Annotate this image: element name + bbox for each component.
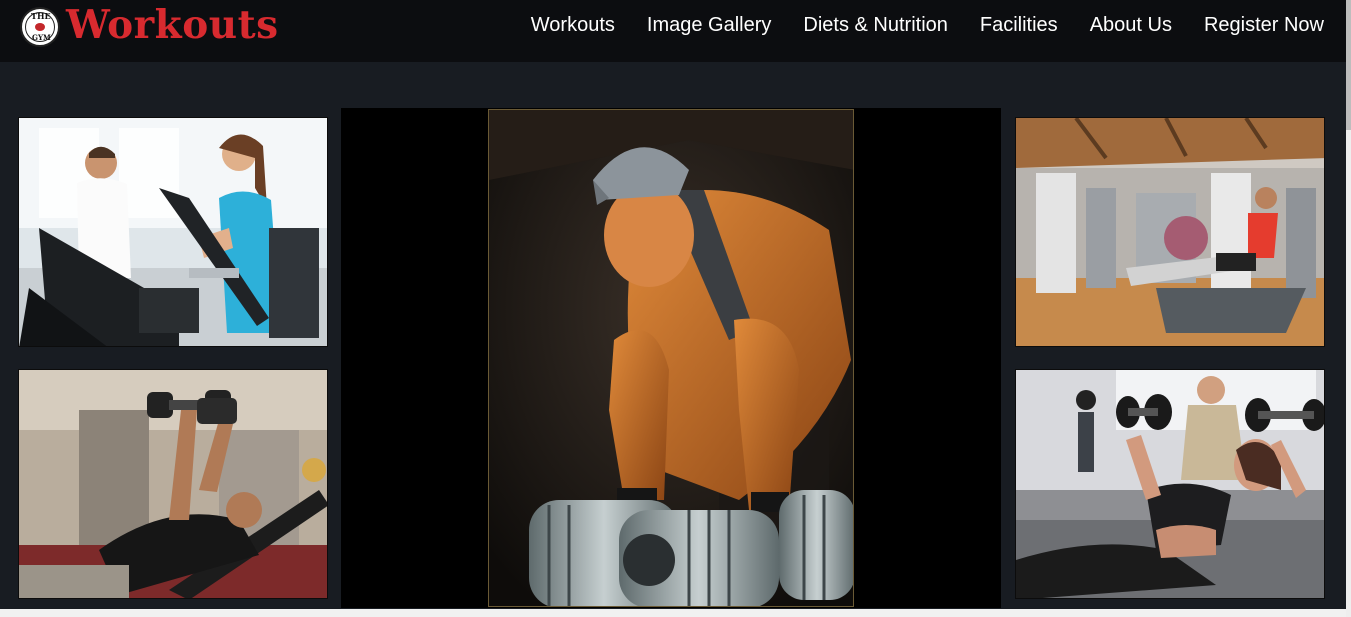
logo-center-mark bbox=[35, 23, 45, 31]
page-bottom-edge bbox=[0, 609, 1346, 617]
gallery-image-featured-bodybuilder[interactable] bbox=[488, 109, 854, 607]
site-header: THE GYM Workouts Workouts Image Gallery … bbox=[0, 0, 1346, 62]
dumbbell-bench-press-photo bbox=[19, 370, 327, 598]
nav-facilities[interactable]: Facilities bbox=[980, 14, 1058, 37]
woman-dumbbell-press-photo bbox=[1016, 370, 1324, 598]
elliptical-trainer-photo bbox=[19, 118, 327, 346]
logo-text-bottom: GYM bbox=[32, 33, 51, 42]
main-nav: Workouts Image Gallery Diets & Nutrition… bbox=[499, 14, 1324, 37]
gallery-image-woman-press[interactable] bbox=[1015, 369, 1325, 599]
gallery-image-elliptical[interactable] bbox=[18, 117, 328, 347]
nav-image-gallery[interactable]: Image Gallery bbox=[647, 14, 772, 37]
nav-workouts[interactable]: Workouts bbox=[531, 14, 615, 37]
nav-about-us[interactable]: About Us bbox=[1090, 14, 1172, 37]
nav-register-now[interactable]: Register Now bbox=[1204, 14, 1324, 37]
gallery-image-leg-press[interactable] bbox=[1015, 117, 1325, 347]
nav-diets-nutrition[interactable]: Diets & Nutrition bbox=[803, 14, 948, 37]
scrollbar-thumb[interactable] bbox=[1346, 0, 1351, 130]
bodybuilder-dumbbell-photo bbox=[489, 110, 853, 606]
leg-press-machine-photo bbox=[1016, 118, 1324, 346]
logo-text-top: THE bbox=[31, 11, 51, 21]
brand-title[interactable]: Workouts bbox=[66, 2, 279, 48]
gym-logo-icon[interactable]: THE GYM bbox=[20, 7, 60, 47]
gallery-image-bench-press[interactable] bbox=[18, 369, 328, 599]
